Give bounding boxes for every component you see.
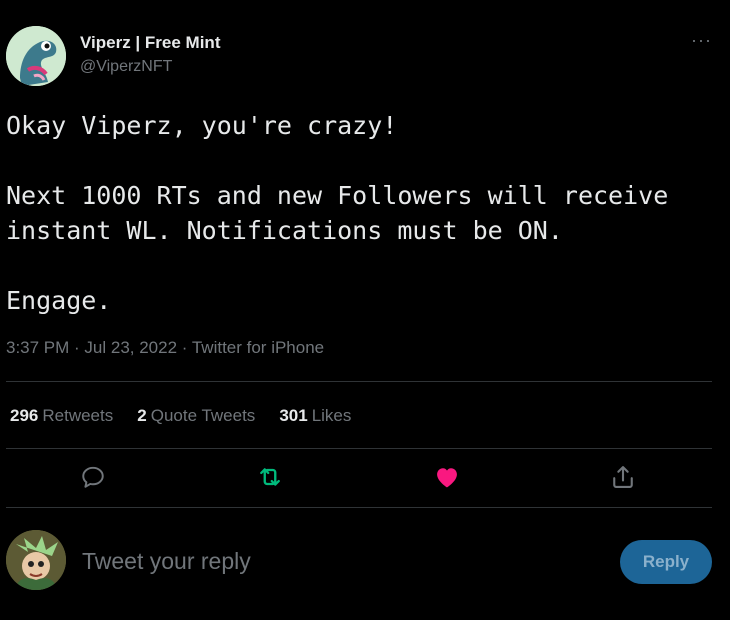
action-bar (0, 458, 712, 498)
retweets-stat[interactable]: 296 Retweets (10, 406, 113, 426)
retweet-icon (260, 468, 280, 486)
tweet-text: Okay Viperz, you're crazy! Next 1000 RTs… (6, 111, 669, 315)
likes-count: 301 (279, 406, 308, 425)
quotes-stat[interactable]: 2 Quote Tweets (137, 406, 255, 426)
reply-button[interactable] (78, 462, 108, 492)
divider (6, 381, 712, 382)
retweets-count: 296 (10, 406, 39, 425)
retweet-button[interactable] (255, 462, 285, 492)
likes-label: Likes (311, 406, 352, 425)
divider (6, 507, 712, 508)
reply-icon (82, 466, 104, 488)
likes-stat[interactable]: 301 Likes (279, 406, 351, 426)
reply-input[interactable]: Tweet your reply (82, 548, 251, 575)
quotes-count: 2 (137, 406, 147, 425)
reply-composer: Tweet your reply Reply (6, 530, 712, 592)
divider (6, 448, 712, 449)
author-avatar[interactable] (6, 26, 66, 86)
author-name[interactable]: Viperz | Free Mint (80, 33, 220, 53)
share-button[interactable] (608, 462, 638, 492)
heart-icon (437, 468, 457, 488)
reply-submit-button[interactable]: Reply (620, 540, 712, 584)
quotes-label: Quote Tweets (150, 406, 256, 425)
author-handle[interactable]: @ViperzNFT (80, 58, 172, 76)
retweets-label: Retweets (42, 406, 114, 425)
user-avatar[interactable] (6, 530, 66, 590)
more-options-icon[interactable]: ··· (691, 30, 712, 51)
tweet-meta[interactable]: 3:37 PM · Jul 23, 2022 · Twitter for iPh… (6, 338, 324, 358)
share-icon (613, 466, 633, 488)
tweet-stats: 296 Retweets 2 Quote Tweets 301 Likes (10, 406, 351, 426)
tweet-header: Viperz | Free Mint @ViperzNFT ··· (6, 26, 730, 88)
like-button[interactable] (432, 462, 462, 492)
